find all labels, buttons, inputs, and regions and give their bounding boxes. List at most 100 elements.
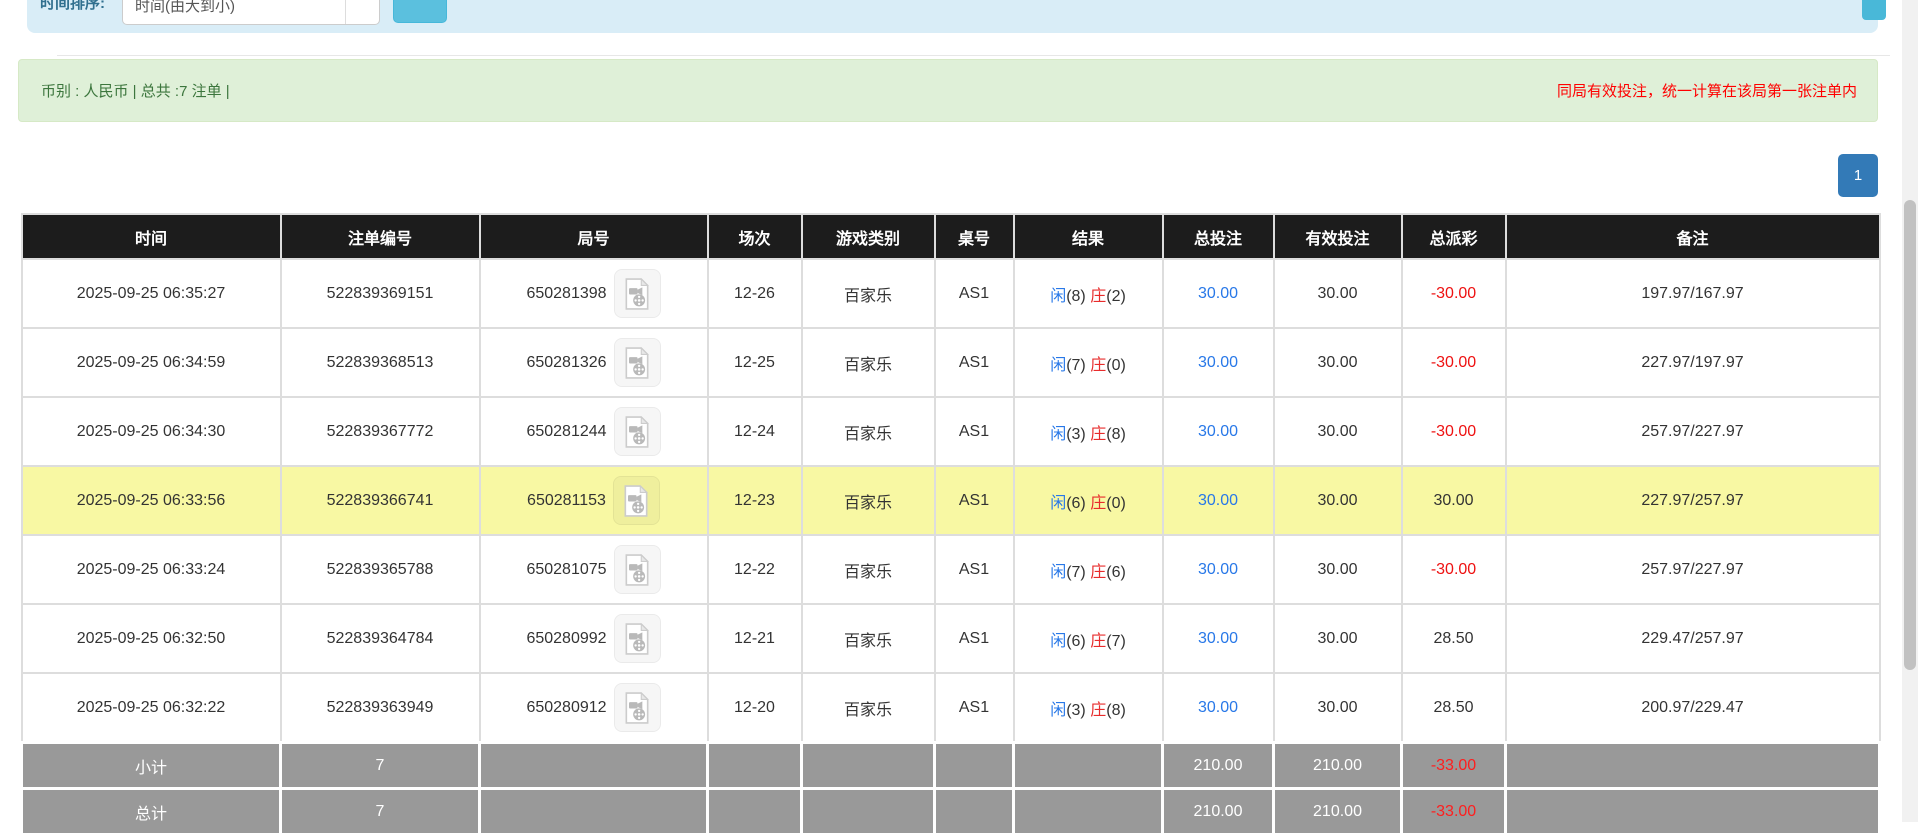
video-button[interactable] <box>613 407 661 456</box>
empty-cell <box>1012 787 1164 836</box>
player-score: (8) <box>1066 287 1086 305</box>
column-header: 结果 <box>1012 213 1164 260</box>
game-type-cell: 百家乐 <box>800 465 936 536</box>
table-no-cell: AS1 <box>933 672 1015 744</box>
scrollbar[interactable] <box>1902 0 1918 822</box>
valid-bet-cell: 30.00 <box>1272 534 1403 605</box>
total-bet-link[interactable]: 30.00 <box>1161 672 1275 744</box>
session-cell: 12-20 <box>706 672 803 744</box>
bet-id-cell: 522839365788 <box>279 534 481 605</box>
total-count-cell: 7 <box>279 741 481 790</box>
valid-bet-cell: 30.00 <box>1272 672 1403 744</box>
column-header: 桌号 <box>933 213 1015 260</box>
total-bet-link[interactable]: 30.00 <box>1161 465 1275 536</box>
remark-cell: 257.97/227.97 <box>1504 396 1881 467</box>
table-no-cell: AS1 <box>933 258 1015 329</box>
round-cell: 650281398 <box>478 258 709 329</box>
round-number: 650280912 <box>526 698 607 716</box>
player-label: 闲 <box>1050 425 1067 443</box>
player-label: 闲 <box>1050 563 1067 581</box>
payout-cell: 30.00 <box>1400 465 1507 536</box>
banker-score: (8) <box>1106 425 1126 443</box>
result-cell: 闲(3) 庄(8) <box>1012 672 1164 744</box>
table-no-cell: AS1 <box>933 396 1015 467</box>
column-header: 注单编号 <box>279 213 481 260</box>
game-type-cell: 百家乐 <box>800 258 936 329</box>
time-cell: 2025-09-25 06:32:50 <box>20 603 282 674</box>
banker-score: (8) <box>1106 701 1126 719</box>
bet-id-cell: 522839369151 <box>279 258 481 329</box>
total-label-cell: 小计 <box>20 741 282 790</box>
valid-bet-cell: 210.00 <box>1272 741 1403 790</box>
banker-label: 庄 <box>1090 563 1107 581</box>
select-divider <box>345 0 346 24</box>
total-bet-link[interactable]: 30.00 <box>1161 603 1275 674</box>
payout-cell: -33.00 <box>1400 741 1507 790</box>
round-number: 650281153 <box>527 491 606 509</box>
total-bet-link[interactable]: 30.00 <box>1161 258 1275 329</box>
video-button[interactable] <box>613 683 661 732</box>
session-cell: 12-22 <box>706 534 803 605</box>
total-bet-link[interactable]: 30.00 <box>1161 327 1275 398</box>
total-bet-cell: 210.00 <box>1161 787 1275 836</box>
empty-cell <box>1504 787 1881 836</box>
player-label: 闲 <box>1050 356 1067 374</box>
banker-label: 庄 <box>1090 287 1107 305</box>
result-cell: 闲(6) 庄(0) <box>1012 465 1164 536</box>
round-group: 650281326 <box>481 338 707 387</box>
banker-score: (0) <box>1106 494 1126 512</box>
bets-table: 时间 注单编号 局号 场次 游戏类别 桌号 结果 总投注 有效投注 总派彩 备注 2025-09-2… <box>20 213 1881 836</box>
empty-cell <box>933 741 1015 790</box>
video-file-icon <box>625 346 650 379</box>
table-row: 2025-09-25 06:32:22 522839363949 650280912… <box>20 672 1881 744</box>
table-no-cell: AS1 <box>933 603 1015 674</box>
player-score: (6) <box>1066 632 1086 650</box>
payout-cell: -30.00 <box>1400 396 1507 467</box>
table-no-cell: AS1 <box>933 534 1015 605</box>
video-button[interactable] <box>613 614 661 663</box>
video-button[interactable] <box>613 545 661 594</box>
bets-table-wrap: 时间 注单编号 局号 场次 游戏类别 桌号 结果 总投注 有效投注 总派彩 备注 2025-09-2… <box>20 213 1881 836</box>
video-button[interactable] <box>612 476 660 525</box>
total-label-cell: 总计 <box>20 787 282 836</box>
page-button-1[interactable]: 1 <box>1838 154 1878 197</box>
round-number: 650280992 <box>526 629 607 647</box>
player-label: 闲 <box>1050 701 1067 719</box>
empty-cell <box>1504 741 1881 790</box>
total-bet-link[interactable]: 30.00 <box>1161 534 1275 605</box>
subtotal-row: 小计 7 210.00 210.00 -33.00 <box>20 741 1881 790</box>
query-button[interactable] <box>393 0 447 23</box>
notice-text: 同局有效投注，统一计算在该局第一张注单内 <box>1556 83 1857 100</box>
player-score: (3) <box>1066 425 1086 443</box>
empty-cell <box>706 741 803 790</box>
scrollbar-thumb[interactable] <box>1904 200 1916 670</box>
banker-label: 庄 <box>1090 494 1107 512</box>
grandtotal-row: 总计 7 210.00 210.00 -33.00 <box>20 787 1881 836</box>
round-group: 650281244 <box>481 407 707 456</box>
sort-select[interactable]: 时间(由大到小) <box>122 0 380 25</box>
remark-cell: 227.97/197.97 <box>1504 327 1881 398</box>
payout-cell: -30.00 <box>1400 534 1507 605</box>
column-header: 有效投注 <box>1272 213 1403 260</box>
empty-cell <box>706 787 803 836</box>
column-header: 游戏类别 <box>800 213 936 260</box>
game-type-cell: 百家乐 <box>800 327 936 398</box>
table-row: 2025-09-25 06:34:30 522839367772 650281244… <box>20 396 1881 467</box>
empty-cell <box>800 741 936 790</box>
sort-select-value: 时间(由大到小) <box>135 0 235 15</box>
bet-id-cell: 522839367772 <box>279 396 481 467</box>
column-header: 时间 <box>20 213 282 260</box>
time-cell: 2025-09-25 06:33:24 <box>20 534 282 605</box>
video-button[interactable] <box>613 269 661 318</box>
table-row: 2025-09-25 06:33:24 522839365788 650281075… <box>20 534 1881 605</box>
round-cell: 650281326 <box>478 327 709 398</box>
total-bet-link[interactable]: 30.00 <box>1161 396 1275 467</box>
round-number: 650281075 <box>526 560 607 578</box>
summary-bar: 币别 : 人民币 | 总共 :7 注单 | 同局有效投注，统一计算在该局第一张注… <box>18 59 1878 122</box>
scroll-top-button[interactable] <box>1862 0 1886 20</box>
result-cell: 闲(3) 庄(8) <box>1012 396 1164 467</box>
valid-bet-cell: 210.00 <box>1272 787 1403 836</box>
video-button[interactable] <box>613 338 661 387</box>
pagination: 1 <box>1838 154 1878 197</box>
table-row: 2025-09-25 06:33:56 522839366741 650281153… <box>20 465 1881 536</box>
